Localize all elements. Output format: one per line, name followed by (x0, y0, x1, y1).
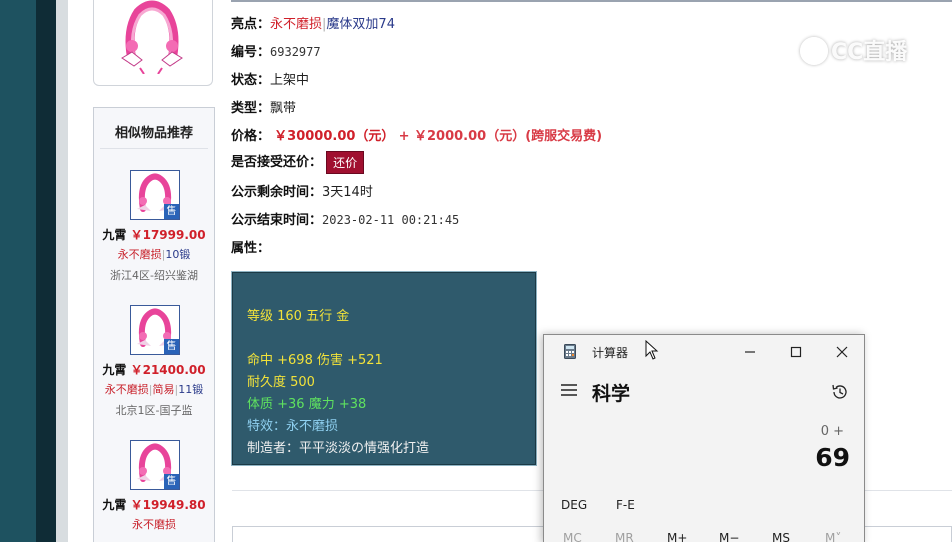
similar-item-tag: 10锻 (165, 248, 191, 261)
highlight-tag: 魔体双加74 (326, 17, 395, 32)
similar-item-price-line: 九霄 ￥17999.00 (94, 226, 214, 243)
memory-subtract-button[interactable]: M− (719, 531, 739, 542)
highlight-row: 亮点：永不磨损|魔体双加74 (231, 17, 395, 32)
sale-badge: 售 (164, 204, 179, 219)
price-row: 价格： ￥30000.00（元） + ￥2000.00（元）(跨服交易费) (231, 125, 602, 144)
maximize-icon[interactable] (786, 342, 806, 362)
memory-buttons-row: MC MR M+ M− MS M˅ (544, 531, 864, 542)
calculator-expression: 0 + (820, 424, 844, 439)
status-label: 状态： (231, 73, 271, 88)
memory-list-button[interactable]: M˅ (825, 531, 841, 542)
top-divider (231, 0, 952, 2)
ribbon-item-image (121, 0, 183, 74)
id-label: 编号： (231, 45, 271, 60)
calculator-mode-title: 科学 (592, 383, 631, 405)
left-sidebar-strip (0, 0, 36, 542)
similar-item-tag: 简易 (152, 383, 175, 396)
status-value: 上架中 (270, 73, 310, 88)
similar-item-server: 浙江4区-绍兴鉴湖 (110, 269, 198, 282)
similar-item-price: ￥19949.80 (130, 498, 206, 512)
similar-item-server: 北京1区-国子监 (115, 404, 193, 417)
similar-item-tag: 永不磨损 (132, 518, 176, 531)
similar-item-thumbnail[interactable]: 售 (130, 305, 180, 355)
end-time-label: 公示结束时间： (231, 213, 323, 228)
close-icon[interactable] (832, 342, 852, 362)
attributes-row: 属性： (231, 237, 270, 256)
similar-item-thumbnail[interactable]: 售 (130, 440, 180, 490)
attr-durability: 耐久度 500 (247, 375, 315, 390)
type-row: 类型：飘带 (231, 97, 296, 116)
type-label: 类型： (231, 101, 271, 116)
calculator-window[interactable]: 计算器 科学 0 + 69 DEG F-E MC MR M+ M− MS M˅ (543, 334, 865, 542)
haggle-label: 是否接受还价： (231, 155, 323, 170)
sale-badge: 售 (164, 339, 179, 354)
memory-recall-button[interactable]: MR (615, 531, 634, 542)
calculator-app-icon (564, 344, 576, 359)
deg-button[interactable]: DEG (561, 498, 587, 512)
calculator-titlebar[interactable]: 计算器 (544, 335, 864, 369)
mouse-cursor-icon (645, 340, 659, 360)
memory-clear-button[interactable]: MC (563, 531, 582, 542)
similar-item-price-line: 九霄 ￥21400.00 (94, 361, 214, 378)
similar-divider (100, 148, 208, 149)
similar-item-price-line: 九霄 ￥19949.80 (94, 496, 214, 513)
memory-store-button[interactable]: MS (772, 531, 790, 542)
calculator-display: 69 (815, 443, 850, 472)
similar-item-tags: 永不磨损|10锻 (117, 248, 191, 261)
sale-badge: 售 (164, 474, 179, 489)
similar-items-panel: 相似物品推荐 售 九霄 ￥17999.00 永不磨损|10锻 浙江4区-绍兴鉴湖 (93, 107, 215, 542)
similar-item-tag: 永不磨损 (117, 248, 162, 261)
fe-button[interactable]: F-E (616, 498, 635, 512)
end-time-row: 公示结束时间：2023-02-11 00:21:45 (231, 209, 459, 228)
attr-maker: 制造者：平平淡淡の情强化打造 (247, 441, 430, 456)
remaining-time-label: 公示剩余时间： (231, 185, 323, 200)
similar-item-thumbnail[interactable]: 售 (130, 170, 180, 220)
cross-server-fee: + ￥2000.00（元）(跨服交易费) (398, 129, 603, 144)
end-time-value: 2023-02-11 00:21:45 (322, 213, 460, 227)
history-icon[interactable] (830, 382, 850, 402)
similar-item-name: 九霄 (102, 363, 127, 377)
minimize-icon[interactable] (740, 342, 760, 362)
id-row: 编号：6932977 (231, 41, 321, 60)
attributes-label: 属性： (231, 241, 271, 256)
watermark-text: CC直播 (831, 40, 908, 65)
stream-watermark: CC直播 (800, 34, 907, 67)
attr-stats: 体质 +36 魔力 +38 (247, 397, 367, 412)
watermark-logo-icon (800, 37, 828, 65)
highlight-label: 亮点： (231, 17, 271, 32)
similar-item-tag: 11锻 (178, 383, 204, 396)
attr-effect: 特效：永不磨损 (247, 419, 339, 434)
similar-item-name: 九霄 (102, 498, 127, 512)
similar-item-tag: 永不磨损 (104, 383, 149, 396)
attr-hit-damage: 命中 +698 伤害 +521 (247, 353, 383, 368)
similar-item-name: 九霄 (102, 228, 127, 242)
similar-item-price: ￥17999.00 (130, 228, 206, 242)
left-dark-strip (36, 0, 56, 542)
price-value: ￥30000.00（元） (274, 129, 395, 144)
haggle-row: 是否接受还价： 还价 (231, 151, 365, 174)
similar-item-tags: 永不磨损 (94, 516, 214, 532)
left-gutter (56, 0, 68, 542)
remaining-time-value: 3天14时 (322, 185, 373, 200)
memory-add-button[interactable]: M+ (667, 531, 687, 542)
calculator-title: 计算器 (592, 346, 629, 360)
similar-item-price: ￥21400.00 (130, 363, 206, 377)
price-label: 价格： (231, 129, 271, 144)
highlight-tag: 永不磨损 (270, 17, 323, 32)
similar-item-tags: 永不磨损|简易|11锻 (104, 383, 204, 396)
hamburger-menu-icon[interactable] (560, 383, 578, 397)
remaining-time-row: 公示剩余时间：3天14时 (231, 181, 373, 200)
haggle-button[interactable]: 还价 (326, 151, 365, 174)
id-value: 6932977 (270, 45, 321, 59)
status-row: 状态：上架中 (231, 69, 309, 88)
attributes-box: 等级 160 五行 金 命中 +698 伤害 +521 耐久度 500 体质 +… (231, 271, 537, 466)
attr-level: 等级 160 五行 金 (247, 309, 350, 324)
similar-items-title: 相似物品推荐 (114, 126, 193, 141)
type-value: 飘带 (270, 101, 297, 116)
